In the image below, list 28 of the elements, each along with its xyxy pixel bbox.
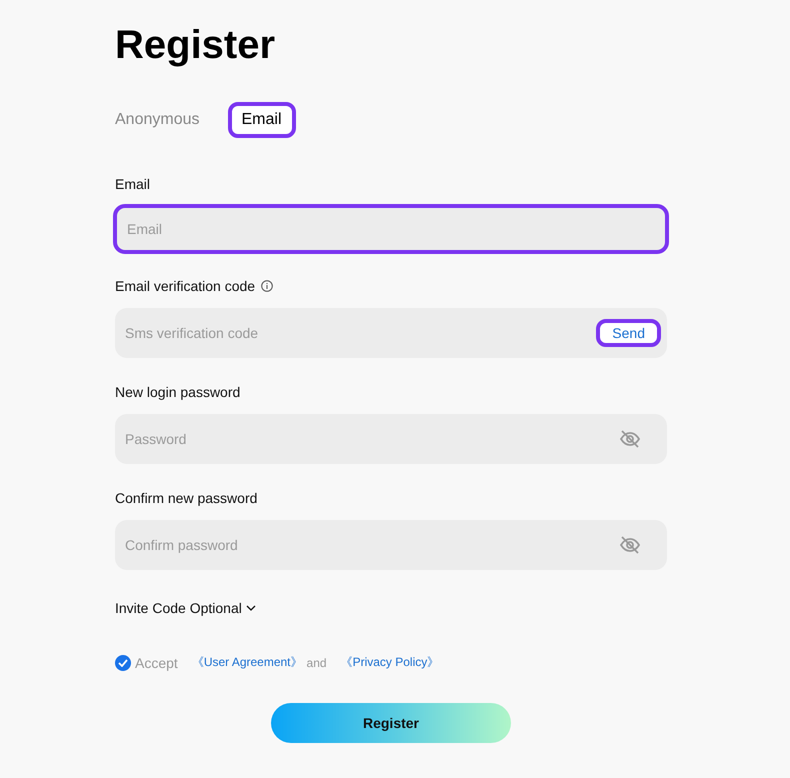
text-input[interactable]: Sms verification code: [123, 324, 596, 342]
field-label: Confirm new password: [115, 490, 258, 506]
tab[interactable]: Anonymous: [101, 102, 214, 138]
input-field[interactable]: Password: [115, 414, 667, 464]
info-icon[interactable]: [261, 280, 274, 292]
privacy-policy-link[interactable]: 《Privacy Policy》: [340, 654, 440, 671]
and-text: and: [306, 656, 327, 670]
tab[interactable]: Email: [228, 102, 296, 138]
field-label: Email: [115, 176, 150, 192]
input-field[interactable]: Sms verification code Send: [115, 308, 667, 358]
field-label: Email verification code: [115, 278, 256, 294]
register-button[interactable]: Register: [271, 703, 511, 743]
chevron-icon: [246, 605, 256, 611]
text-input[interactable]: Email: [125, 220, 657, 238]
eye-slash-icon: [619, 536, 641, 554]
field-label: New login password: [115, 384, 240, 400]
text-input[interactable]: Password: [123, 430, 619, 448]
check-icon: [118, 658, 128, 666]
page-title: Register: [115, 22, 276, 69]
invite-code-toggle[interactable]: Invite Code Optional: [115, 600, 256, 616]
user-agreement-link[interactable]: 《User Agreement》: [192, 654, 303, 671]
send-button[interactable]: Send: [596, 319, 661, 347]
accept-text: Accept: [135, 654, 178, 670]
input-field[interactable]: Email: [113, 204, 669, 254]
checkbox[interactable]: [115, 654, 131, 670]
eye-slash-icon: [619, 430, 641, 448]
input-field[interactable]: Confirm password: [115, 520, 667, 570]
text-input[interactable]: Confirm password: [123, 536, 619, 554]
